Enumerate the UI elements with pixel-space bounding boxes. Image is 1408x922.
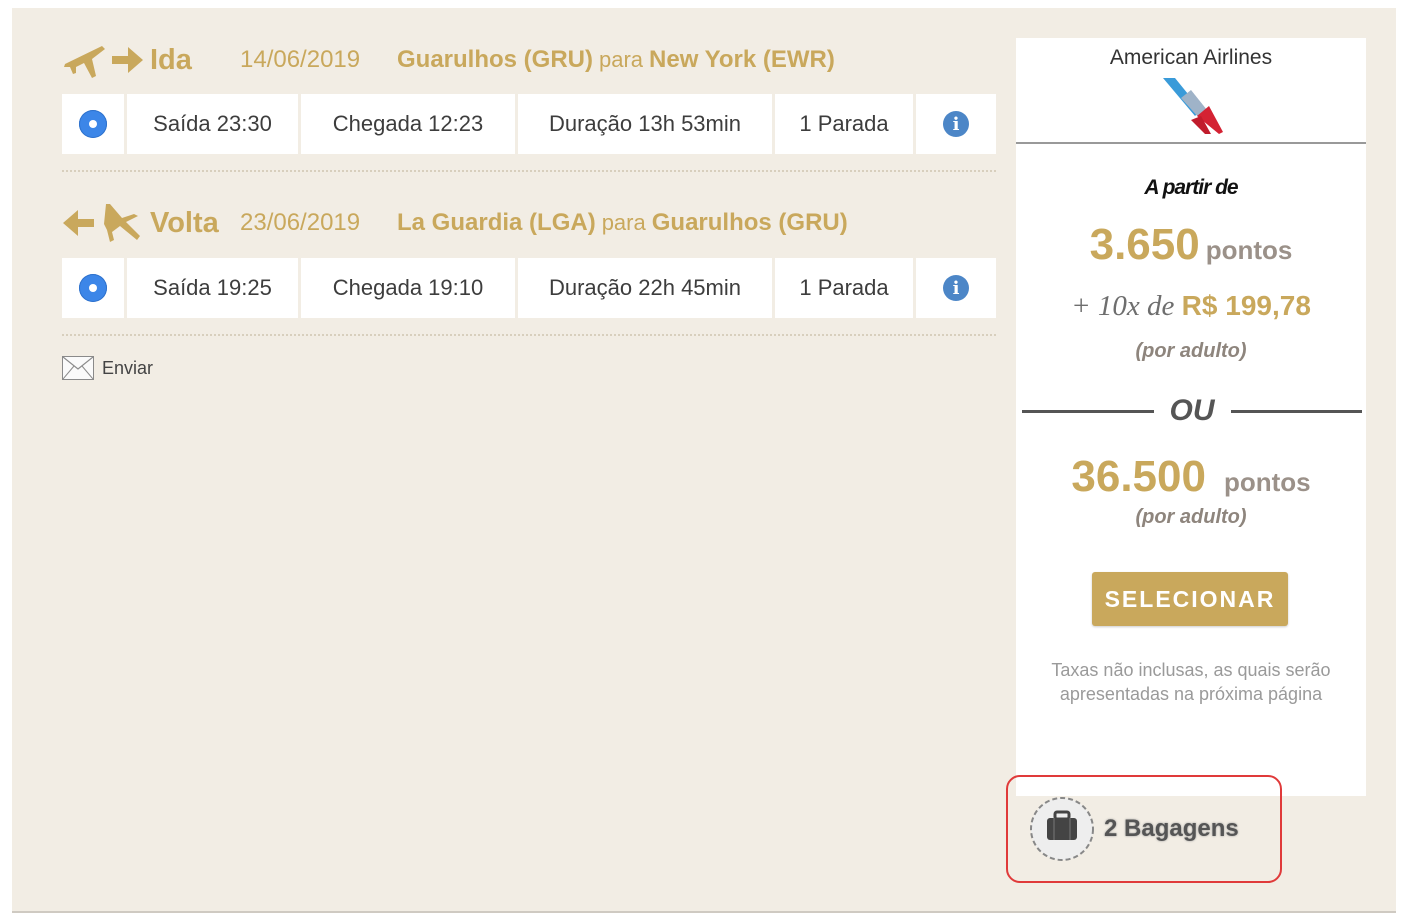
points-value: 3.650 [1089, 220, 1200, 269]
send-label[interactable]: Enviar [102, 358, 153, 379]
return-origin: La Guardia (LGA) [397, 209, 596, 236]
outbound-departure: Saída 23:30 [127, 94, 298, 154]
outbound-date: 14/06/2019 [240, 46, 361, 73]
or-line-left [1022, 409, 1154, 413]
return-select-cell[interactable] [62, 258, 124, 318]
send-link[interactable]: Enviar [62, 356, 153, 380]
return-direction-icons [62, 202, 150, 244]
return-info-cell[interactable]: i [916, 258, 996, 318]
suitcase-icon [1030, 797, 1094, 861]
outbound-label: Ida [150, 43, 192, 76]
installments-label: + 10x de [1071, 290, 1175, 322]
card-divider [1016, 142, 1366, 144]
from-label: A partir de [1144, 176, 1238, 199]
outbound-direction-icons [62, 40, 150, 80]
return-flight-row[interactable]: Saída 19:25 Chegada 19:10 Duração 22h 45… [62, 258, 996, 318]
taxes-note: Taxas não inclusas, as quais serão apres… [1016, 658, 1366, 706]
envelope-icon[interactable] [62, 356, 94, 380]
points-only-unit: pontos [1223, 467, 1311, 497]
return-connector: para [601, 210, 646, 235]
taxes-note-line1: Taxas não inclusas, as quais serão [1051, 660, 1331, 680]
baggage-badge[interactable]: 2 Bagagens [1006, 775, 1282, 883]
bottom-divider [12, 911, 1396, 913]
or-label: OU [1169, 394, 1215, 427]
outbound-divider [62, 170, 996, 172]
installment-amount: R$ 199,78 [1181, 290, 1311, 321]
points-unit: pontos [1205, 235, 1293, 265]
per-adult-label: (por adulto) [1135, 340, 1247, 362]
plane-icon [64, 46, 105, 78]
outbound-stops: 1 Parada [775, 94, 913, 154]
outbound-arrival: Chegada 12:23 [301, 94, 515, 154]
outbound-radio[interactable] [79, 110, 107, 138]
or-separator: OU [1022, 394, 1362, 428]
outbound-select-cell[interactable] [62, 94, 124, 154]
outbound-route: Guarulhos (GRU) para New York (EWR) [397, 46, 835, 74]
info-icon[interactable]: i [943, 111, 969, 137]
return-label: Volta [150, 206, 219, 239]
return-destination: Guarulhos (GRU) [651, 209, 848, 236]
points-combo: 3.650 pontos [1016, 220, 1366, 270]
per-adult-label: (por adulto) [1135, 506, 1247, 528]
outbound-origin: Guarulhos (GRU) [397, 46, 593, 73]
airline-logo-icon [1163, 78, 1223, 134]
return-duration: Duração 22h 45min [518, 258, 772, 318]
outbound-connector: para [599, 47, 644, 72]
airline-name: American Airlines [1109, 46, 1273, 69]
return-divider [62, 334, 996, 336]
return-arrival: Chegada 19:10 [301, 258, 515, 318]
return-date: 23/06/2019 [240, 209, 361, 236]
arrow-left-icon [63, 210, 94, 236]
return-header: Volta 23/06/2019 La Guardia (LGA) para Gua… [62, 198, 848, 248]
taxes-note-line2: apresentadas na próxima página [1059, 684, 1323, 704]
return-radio[interactable] [79, 274, 107, 302]
outbound-duration: Duração 13h 53min [518, 94, 772, 154]
outbound-flight-row[interactable]: Saída 23:30 Chegada 12:23 Duração 13h 53… [62, 94, 996, 154]
baggage-label[interactable]: 2 Bagagens [1104, 815, 1239, 843]
return-departure: Saída 19:25 [127, 258, 298, 318]
installments: + 10x de R$ 199,78 [1016, 290, 1366, 323]
outbound-destination: New York (EWR) [649, 46, 835, 73]
or-line-right [1230, 409, 1362, 413]
return-stops: 1 Parada [775, 258, 913, 318]
outbound-info-cell[interactable]: i [916, 94, 996, 154]
select-button[interactable]: SELECIONAR [1092, 572, 1288, 626]
arrow-right-icon [112, 47, 143, 73]
points-only-value: 36.500 [1071, 452, 1206, 501]
info-icon[interactable]: i [943, 275, 969, 301]
price-card: American Airlines A partir de 3.650 ponto… [1016, 38, 1366, 796]
outbound-header: Ida 14/06/2019 Guarulhos (GRU) para New Yo… [62, 35, 835, 85]
return-route: La Guardia (LGA) para Guarulhos (GRU) [397, 209, 848, 237]
plane-icon [104, 204, 140, 242]
points-only: 36.500 pontos [1016, 452, 1366, 502]
